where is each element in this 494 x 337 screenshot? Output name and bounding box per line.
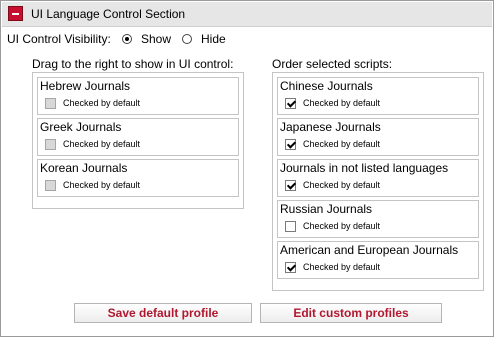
visibility-label: UI Control Visibility: [7, 32, 111, 46]
left-column-title: Drag to the right to show in UI control: [32, 57, 234, 71]
list-item[interactable]: Hebrew Journals Checked by default [37, 77, 239, 115]
list-item[interactable]: Greek Journals Checked by default [37, 118, 239, 156]
list-item-name: American and European Journals [280, 243, 459, 257]
list-item-name: Japanese Journals [280, 120, 381, 134]
list-item-name: Chinese Journals [280, 79, 373, 93]
radio-show-label[interactable]: Show [141, 32, 171, 46]
list-item[interactable]: Korean Journals Checked by default [37, 159, 239, 197]
default-checkbox-label: Checked by default [63, 139, 141, 149]
default-checkbox [45, 139, 56, 150]
default-checkbox [45, 98, 56, 109]
radio-hide[interactable] [182, 34, 192, 44]
default-checkbox-label: Checked by default [303, 221, 381, 231]
default-checkbox-label: Checked by default [63, 180, 141, 190]
section-title: UI Language Control Section [31, 7, 186, 21]
list-item[interactable]: Journals in not listed languages Checked … [277, 159, 479, 197]
default-checkbox-label: Checked by default [63, 98, 141, 108]
list-item[interactable]: Japanese Journals Checked by default [277, 118, 479, 156]
list-item[interactable]: American and European Journals Checked by… [277, 241, 479, 279]
list-item-name: Journals in not listed languages [280, 161, 449, 175]
available-scripts-list: Hebrew Journals Checked by default Greek J… [32, 72, 244, 209]
default-checkbox-label: Checked by default [303, 139, 381, 149]
default-checkbox[interactable] [285, 180, 296, 191]
list-item[interactable]: Russian Journals Checked by default [277, 200, 479, 238]
default-checkbox[interactable] [285, 98, 296, 109]
collapse-icon[interactable] [8, 6, 23, 21]
default-checkbox-label: Checked by default [303, 180, 381, 190]
default-checkbox [45, 180, 56, 191]
radio-show[interactable] [122, 34, 132, 44]
list-item-name: Korean Journals [40, 161, 128, 175]
section-header: UI Language Control Section [2, 2, 492, 27]
selected-scripts-list: Chinese Journals Checked by default Japane… [272, 72, 484, 291]
default-checkbox[interactable] [285, 262, 296, 273]
save-default-profile-button[interactable]: Save default profile [74, 303, 252, 323]
default-checkbox-label: Checked by default [303, 262, 381, 272]
edit-custom-profiles-button[interactable]: Edit custom profiles [260, 303, 442, 323]
default-checkbox[interactable] [285, 221, 296, 232]
right-column-title: Order selected scripts: [272, 57, 393, 71]
list-item-name: Hebrew Journals [40, 79, 131, 93]
default-checkbox-label: Checked by default [303, 98, 381, 108]
radio-hide-label[interactable]: Hide [201, 32, 226, 46]
language-control-panel: UI Language Control Section UI Control V… [0, 0, 494, 337]
list-item-name: Russian Journals [280, 202, 373, 216]
list-item[interactable]: Chinese Journals Checked by default [277, 77, 479, 115]
default-checkbox[interactable] [285, 139, 296, 150]
list-item-name: Greek Journals [40, 120, 122, 134]
